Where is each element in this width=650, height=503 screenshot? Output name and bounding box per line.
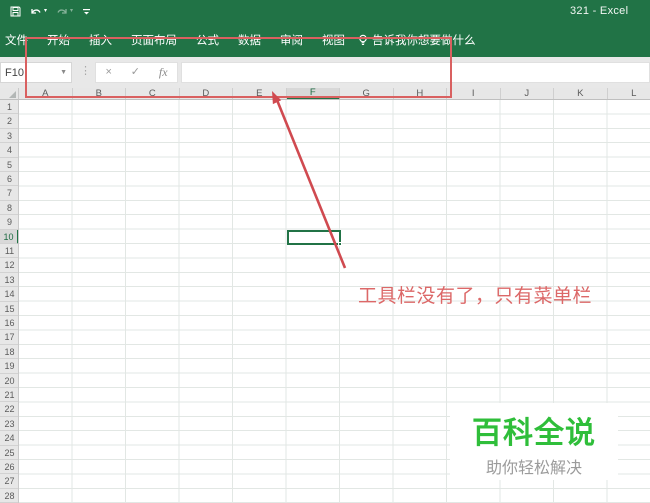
customize-quick-access-icon[interactable] xyxy=(82,7,91,16)
row-header-19[interactable]: 19 xyxy=(0,359,18,374)
column-headers: ABCDEFGHIJKL xyxy=(19,88,650,100)
row-header-7[interactable]: 7 xyxy=(0,186,18,201)
row-header-8[interactable]: 8 xyxy=(0,201,18,216)
row-header-15[interactable]: 15 xyxy=(0,302,18,316)
row-header-27[interactable]: 27 xyxy=(0,474,18,489)
column-header-K[interactable]: K xyxy=(554,88,608,99)
column-header-L[interactable]: L xyxy=(608,88,650,99)
row-header-1[interactable]: 1 xyxy=(0,100,18,115)
row-header-14[interactable]: 14 xyxy=(0,287,18,302)
annotation-callout-text: 工具栏没有了，只有菜单栏 xyxy=(358,286,593,307)
select-all-triangle-icon xyxy=(9,91,16,98)
menu-tab-6[interactable]: 数据 xyxy=(238,32,261,48)
title-bar: ▾ ▾ 321 - Excel xyxy=(0,0,650,22)
row-header-24[interactable]: 24 xyxy=(0,431,18,446)
name-box-value: F10 xyxy=(5,66,24,79)
fill-handle[interactable] xyxy=(337,241,342,246)
lightbulb-icon xyxy=(359,34,367,45)
row-header-16[interactable]: 16 xyxy=(0,316,18,331)
excel-window: ▾ ▾ 321 - Excel 文件 开始 插入 页面布局 公式 数据 审阅 视图 告诉我你想… xyxy=(0,0,650,503)
row-header-25[interactable]: 25 xyxy=(0,446,18,460)
undo-dropdown-caret[interactable]: ▾ xyxy=(44,8,47,14)
name-box-dropdown-caret[interactable]: ▼ xyxy=(60,69,71,76)
row-header-2[interactable]: 2 xyxy=(0,114,18,129)
column-header-E[interactable]: E xyxy=(233,88,287,99)
column-header-C[interactable]: C xyxy=(126,88,180,99)
row-header-13[interactable]: 13 xyxy=(0,273,18,288)
column-header-B[interactable]: B xyxy=(73,88,126,99)
row-header-5[interactable]: 5 xyxy=(0,158,18,172)
selected-cell-F10[interactable] xyxy=(286,229,342,246)
menu-tabs: 文件 开始 插入 页面布局 公式 数据 审阅 视图 xyxy=(0,32,345,48)
formula-buttons: × ✓ fx xyxy=(95,62,178,83)
tell-me-label: 告诉我你想要做什么 xyxy=(372,34,476,47)
formula-bar: F10 ▼ ⋮ × ✓ fx xyxy=(0,57,650,88)
menu-tab-8[interactable]: 视图 xyxy=(322,32,345,48)
watermark: 百科全说 助你轻松解决 xyxy=(450,403,618,480)
tell-me-box[interactable]: 告诉我你想要做什么 xyxy=(358,32,476,48)
save-icon[interactable] xyxy=(10,6,21,17)
row-header-23[interactable]: 23 xyxy=(0,417,18,432)
row-header-17[interactable]: 17 xyxy=(0,330,18,345)
row-header-11[interactable]: 11 xyxy=(0,244,18,259)
column-header-A[interactable]: A xyxy=(19,88,73,99)
column-header-I[interactable]: I xyxy=(447,88,501,99)
column-header-H[interactable]: H xyxy=(394,88,447,99)
watermark-title: 百科全说 xyxy=(472,417,596,450)
enter-icon[interactable]: ✓ xyxy=(131,67,140,78)
menu-bar: 文件 开始 插入 页面布局 公式 数据 审阅 视图 告诉我你想要做什么 xyxy=(0,22,650,57)
row-header-21[interactable]: 21 xyxy=(0,388,18,403)
row-header-18[interactable]: 18 xyxy=(0,345,18,360)
row-header-9[interactable]: 9 xyxy=(0,215,18,230)
row-header-12[interactable]: 12 xyxy=(0,258,18,273)
window-title: 321 - Excel xyxy=(570,5,629,17)
row-header-22[interactable]: 22 xyxy=(0,402,18,417)
insert-function-icon[interactable]: fx xyxy=(159,65,168,80)
menu-tab-3[interactable]: 插入 xyxy=(89,32,112,48)
menu-tab-4[interactable]: 页面布局 xyxy=(131,32,177,48)
column-header-G[interactable]: G xyxy=(340,88,394,99)
column-header-F[interactable]: F xyxy=(286,88,340,99)
row-header-26[interactable]: 26 xyxy=(0,460,18,475)
row-headers: 1 2 3 4 5 6 7 8 9 10 11 12 13 14 15 16 17 18 19 20 21 22 23 24 2… xyxy=(0,100,19,503)
name-box[interactable]: F10 ▼ xyxy=(0,62,72,83)
watermark-subtitle: 助你轻松解决 xyxy=(485,460,582,477)
formula-bar-drag-handle[interactable]: ⋮ xyxy=(80,64,91,77)
cancel-icon[interactable]: × xyxy=(105,67,111,78)
row-header-4[interactable]: 4 xyxy=(0,143,18,158)
menu-tab-5[interactable]: 公式 xyxy=(196,32,219,48)
redo-dropdown-caret: ▾ xyxy=(70,8,74,14)
menu-tab-7[interactable]: 审阅 xyxy=(280,32,303,48)
quick-access-toolbar: ▾ ▾ xyxy=(0,6,91,17)
row-header-3[interactable]: 3 xyxy=(0,129,18,144)
row-header-28[interactable]: 28 xyxy=(0,489,18,503)
menu-tab-2[interactable]: 开始 xyxy=(47,32,70,48)
redo-button: ▾ xyxy=(56,6,73,17)
undo-button[interactable]: ▾ xyxy=(30,6,47,17)
row-header-20[interactable]: 20 xyxy=(0,374,18,388)
menu-tab-1[interactable]: 文件 xyxy=(5,32,28,48)
select-all-corner[interactable] xyxy=(0,88,19,100)
column-header-J[interactable]: J xyxy=(501,88,554,99)
row-header-6[interactable]: 6 xyxy=(0,172,18,187)
column-header-D[interactable]: D xyxy=(180,88,233,99)
formula-input[interactable] xyxy=(181,62,650,83)
row-header-10[interactable]: 10 xyxy=(0,229,18,244)
